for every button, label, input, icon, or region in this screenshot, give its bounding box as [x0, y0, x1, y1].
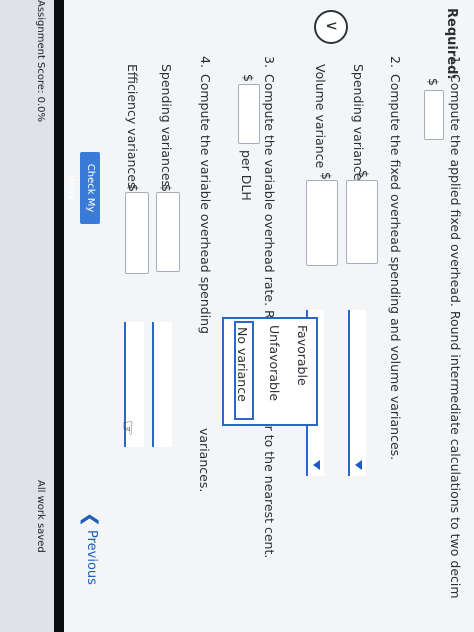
footer-bar: Assignment Score: 0.0% All work saved — [0, 0, 54, 632]
q2-spending-input[interactable] — [346, 180, 378, 264]
q4-efficiency-input[interactable] — [125, 192, 149, 274]
q4-text-after: variances. — [197, 428, 212, 493]
q4-number: 4. — [198, 56, 213, 68]
question-panel: ∨ Required: 1. Compute the applied fixed… — [64, 0, 474, 632]
chevron-down-icon — [313, 460, 320, 470]
q2-spending-currency: $ — [356, 170, 371, 178]
save-status: All work saved — [35, 480, 46, 553]
q2-number: 2. — [388, 56, 403, 68]
divider — [54, 0, 64, 632]
q1-number: 1. — [448, 56, 463, 68]
q3-number: 3. — [262, 56, 277, 68]
q4-spending-select[interactable] — [152, 322, 172, 447]
q4-spending-label: Spending variances — [159, 64, 174, 188]
q4-efficiency-currency: $ — [126, 184, 141, 192]
chevron-down-icon — [355, 460, 362, 470]
rotated-screen: ∨ Required: 1. Compute the applied fixed… — [0, 0, 474, 632]
q4-efficiency-label: Efficiency variances — [125, 64, 140, 189]
option-no-variance[interactable]: No variance — [234, 321, 254, 420]
previous-link[interactable]: Previous — [84, 530, 99, 585]
q4-spending-input[interactable] — [156, 192, 180, 272]
q3-input[interactable] — [238, 84, 260, 144]
assignment-score: Assignment Score: 0.0% — [35, 0, 46, 123]
q1-text: Compute the applied fixed overhead. Roun… — [448, 74, 463, 599]
q1-currency: $ — [426, 78, 441, 86]
hand-cursor-icon: ☞ — [117, 420, 138, 437]
q2-volume-input[interactable] — [306, 180, 338, 266]
required-heading: Required: — [444, 8, 459, 80]
q4-text-before: Compute the variable overhead spending — [198, 74, 213, 335]
q3-unit: per DLH — [239, 150, 254, 201]
chevron-down-icon: ∨ — [323, 20, 342, 32]
q2-spending-select[interactable] — [348, 310, 366, 476]
q2-spending-label: Spending variance — [351, 64, 366, 181]
q2-volume-currency: $ — [319, 172, 334, 180]
option-favorable[interactable]: Favorable — [295, 325, 310, 386]
collapse-toggle[interactable]: ∨ — [314, 10, 348, 44]
option-unfavorable[interactable]: Unfavorable — [267, 325, 282, 401]
check-my-work-button[interactable]: Check My Work — [65, 152, 100, 224]
chevron-left-icon[interactable]: ❮ — [80, 512, 101, 527]
photo-frame: ∨ Required: 1. Compute the applied fixed… — [0, 0, 474, 632]
q1-input[interactable] — [424, 90, 444, 140]
q3-currency: $ — [241, 74, 256, 82]
q2-text: Compute the fixed overhead spending and … — [388, 74, 403, 461]
q4-spending-currency: $ — [159, 184, 174, 192]
q2-volume-label: Volume variance — [313, 64, 328, 169]
variance-dropdown[interactable]: Favorable Unfavorable No variance — [222, 317, 318, 426]
